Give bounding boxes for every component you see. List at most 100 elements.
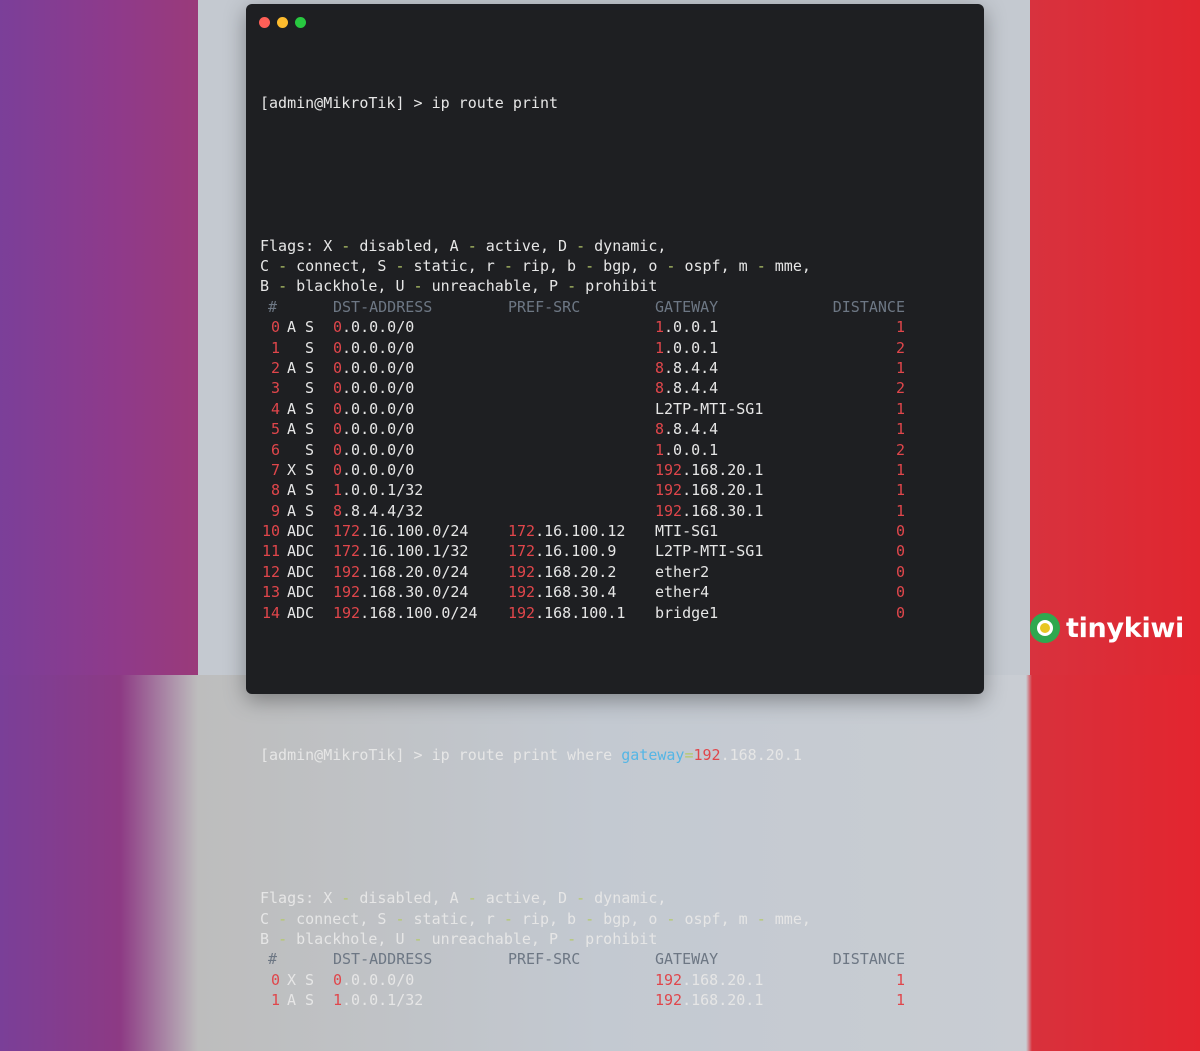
pref-head: 172 — [508, 542, 536, 561]
gw-tail: L2TP-MTI-SG1 — [655, 542, 764, 561]
header-distance: DISTANCE — [832, 297, 905, 316]
flag-separator: - — [278, 909, 288, 928]
command-line-1: [admin@MikroTik] > ip route print — [260, 93, 974, 113]
dst-head: 1 — [333, 991, 343, 1010]
route-dst-address: 192.168.100.0/24 — [333, 603, 478, 623]
route-gateway: 192.168.30.1 — [655, 501, 763, 521]
dst-head: 0 — [333, 420, 343, 439]
flag-separator: - — [278, 277, 288, 296]
flag-text: mme, — [765, 257, 811, 276]
route-distance: 1 — [895, 481, 905, 500]
route-dst-address: 0.0.0.0/0 — [333, 419, 414, 439]
gw-head: 8 — [655, 379, 665, 398]
route-flags: A S — [287, 481, 315, 500]
close-dot-icon[interactable] — [259, 17, 270, 28]
gw-tail: bridge1 — [655, 603, 719, 622]
minimize-dot-icon[interactable] — [277, 17, 288, 28]
route-num: 2 — [270, 358, 280, 377]
dst-tail: .0.0.0/0 — [342, 318, 415, 337]
route-dst-address: 1.0.0.1/32 — [333, 990, 423, 1010]
gw-head: 192 — [655, 460, 683, 479]
route-row: 6 S 0.0.0.0/0 1.0.0.1 2 — [260, 440, 974, 460]
table-header: # DST-ADDRESS PREF-SRC GATEWAY DISTANCE — [260, 297, 974, 317]
flag-separator: - — [585, 257, 595, 276]
route-gateway: ether4 — [655, 582, 709, 602]
command-param-key: gateway — [621, 746, 685, 765]
dst-tail: .8.4.4/32 — [342, 501, 424, 520]
flag-text: static, r — [404, 909, 504, 928]
route-num: 5 — [270, 420, 280, 439]
route-gateway: 8.8.4.4 — [655, 378, 718, 398]
route-num: 6 — [270, 440, 280, 459]
route-gateway: 1.0.0.1 — [655, 338, 718, 358]
dst-tail: .0.0.0/0 — [342, 420, 415, 439]
route-gateway: 8.8.4.4 — [655, 419, 718, 439]
dst-tail: .0.0.1/32 — [342, 991, 424, 1010]
flag-text: Flags: X — [260, 236, 342, 255]
route-flags: ADC — [287, 562, 315, 581]
maximize-dot-icon[interactable] — [295, 17, 306, 28]
route-dst-address: 8.8.4.4/32 — [333, 501, 423, 521]
flag-text: B — [260, 930, 279, 949]
gw-head: 192 — [655, 970, 683, 989]
route-row: 4 A S 0.0.0.0/0 L2TP-MTI-SG1 1 — [260, 399, 974, 419]
dst-tail: .168.100.0/24 — [360, 603, 478, 622]
flag-separator: - — [567, 930, 577, 949]
gw-tail: .168.20.1 — [682, 481, 764, 500]
route-gateway: L2TP-MTI-SG1 — [655, 399, 763, 419]
dst-head: 1 — [333, 481, 343, 500]
route-num: 11 — [261, 542, 280, 561]
gw-tail: ether2 — [655, 562, 710, 581]
route-num: 7 — [270, 460, 280, 479]
gw-tail: ether4 — [655, 583, 710, 602]
route-gateway: 192.168.20.1 — [655, 460, 763, 480]
flag-separator: - — [341, 236, 351, 255]
header-dst-address: DST-ADDRESS — [333, 297, 433, 316]
pref-head: 192 — [508, 562, 536, 581]
flag-text: unreachable, P — [422, 277, 568, 296]
flags-line: C - connect, S - static, r - rip, b - bg… — [260, 256, 974, 276]
command-param-eq: = — [684, 746, 694, 765]
route-flags: A S — [287, 420, 315, 439]
dst-head: 0 — [333, 379, 343, 398]
pref-tail: .16.100.12 — [535, 522, 626, 541]
dst-head: 0 — [333, 338, 343, 357]
command-param-value-head: 192 — [693, 746, 721, 765]
route-dst-address: 0.0.0.0/0 — [333, 358, 414, 378]
header-distance: DISTANCE — [832, 950, 905, 969]
command-text: ip route print — [431, 93, 559, 112]
flag-separator: - — [567, 277, 577, 296]
flags-line: Flags: X - disabled, A - active, D - dyn… — [260, 888, 974, 908]
route-num: 0 — [270, 970, 280, 989]
pref-head: 192 — [508, 603, 536, 622]
route-gateway: ether2 — [655, 562, 709, 582]
route-flags: A S — [287, 318, 315, 337]
route-num: 14 — [261, 603, 280, 622]
flag-separator: - — [585, 909, 595, 928]
gw-head: 192 — [655, 991, 683, 1010]
gw-tail: .0.0.1 — [664, 440, 719, 459]
flag-text: static, r — [404, 257, 504, 276]
route-flags: A S — [287, 501, 315, 520]
pref-tail: .168.20.2 — [535, 562, 617, 581]
dst-head: 8 — [333, 501, 343, 520]
flag-separator: - — [467, 889, 477, 908]
flag-text: mme, — [765, 909, 811, 928]
dst-head: 0 — [333, 460, 343, 479]
route-row: 12 ADC 192.168.20.0/24 192.168.20.2 ether2 0 — [260, 562, 974, 582]
terminal-output[interactable]: [admin@MikroTik] > ip route print Flags:… — [260, 52, 974, 1051]
right-background-band — [1030, 0, 1200, 675]
route-row: 10 ADC 172.16.100.0/24 172.16.100.12 MTI-SG1… — [260, 521, 974, 541]
route-dst-address: 172.16.100.1/32 — [333, 541, 468, 561]
flag-text: rip, b — [512, 257, 586, 276]
gw-tail: .8.4.4 — [664, 379, 719, 398]
flag-text: dynamic, — [585, 889, 667, 908]
route-gateway: 192.168.20.1 — [655, 990, 763, 1010]
route-row: 2 A S 0.0.0.0/0 8.8.4.4 1 — [260, 358, 974, 378]
flag-text: prohibit — [576, 930, 658, 949]
dst-tail: .0.0.0/0 — [342, 460, 415, 479]
route-gateway: 8.8.4.4 — [655, 358, 718, 378]
command-line-2: [admin@MikroTik] > ip route print where … — [260, 745, 974, 765]
route-distance: 1 — [895, 358, 905, 377]
route-flags: A S — [287, 991, 315, 1010]
